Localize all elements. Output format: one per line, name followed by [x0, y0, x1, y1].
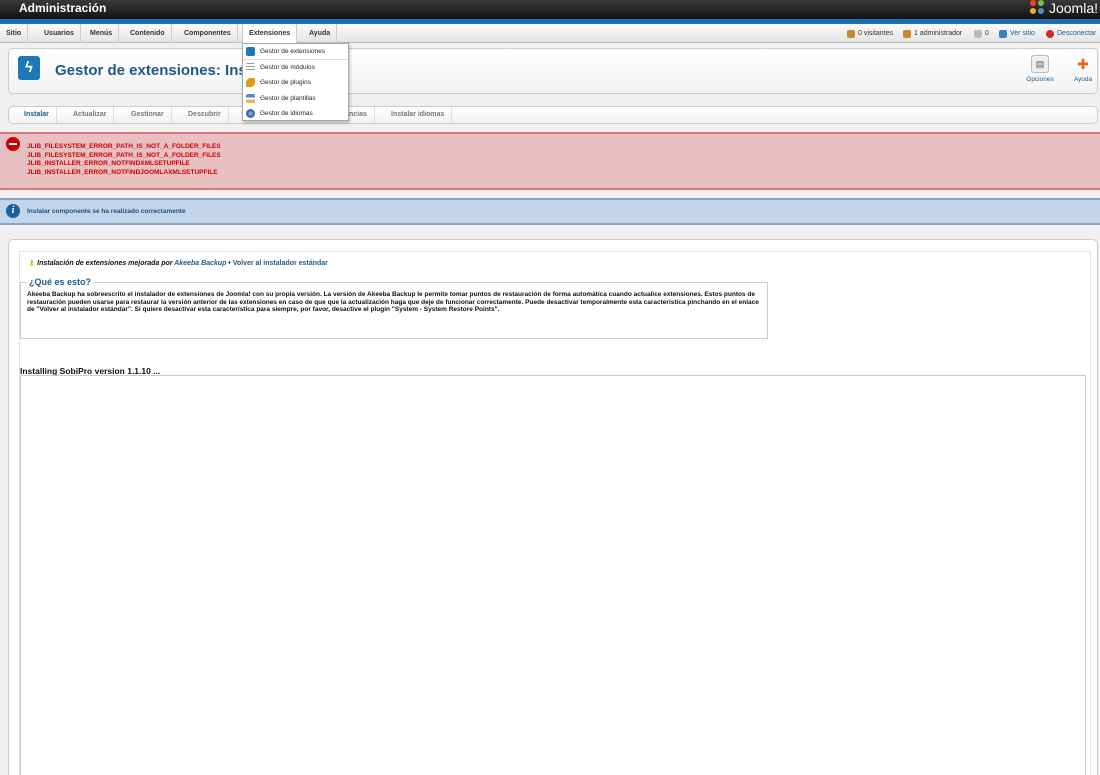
toolbar: ϟ Gestor de extensiones: Instalar ▤ Opci…	[8, 48, 1098, 94]
templates-icon	[246, 93, 255, 103]
info-message-box: i Instalar componente se ha realizado co…	[0, 198, 1100, 225]
messages-count: 0	[985, 30, 989, 37]
info-icon: i	[6, 204, 20, 218]
akeeba-intro: Instalación de extensiones mejorada por	[37, 260, 173, 267]
admins-status: 1 administrador	[903, 24, 962, 43]
akeeba-notice: ⚷ Instalación de extensiones mejorada por…	[29, 259, 328, 267]
modules-icon	[246, 62, 255, 72]
view-site-label: Ver sitio	[1010, 30, 1035, 37]
messages-status[interactable]: 0	[974, 24, 989, 43]
joomla-logo[interactable]: Joomla!	[1029, 0, 1098, 16]
admins-count: 1 administrador	[914, 30, 963, 37]
menu-usuarios[interactable]: Usuarios	[38, 24, 81, 43]
menu-componentes[interactable]: Componentes	[178, 24, 238, 43]
mail-icon	[974, 29, 982, 38]
key-icon: ⚷	[29, 260, 35, 267]
options-icon: ▤	[1031, 55, 1049, 73]
menu-contenido[interactable]: Contenido	[124, 24, 172, 43]
help-label: Ayuda	[1073, 76, 1093, 83]
logout-link[interactable]: Desconectar	[1046, 24, 1096, 43]
error-icon	[6, 137, 20, 151]
error-list: JLIB_FILESYSTEM_ERROR_PATH_IS_NOT_A_FOLD…	[27, 143, 221, 177]
what-is-this-legend: ¿Qué es esto?	[29, 277, 92, 287]
main-content-panel: ⚷ Instalación de extensiones mejorada por…	[8, 239, 1098, 775]
menu-extensiones[interactable]: Extensiones	[242, 24, 298, 43]
subnav-tabs: Instalar Actualizar Gestionar Descubrir …	[8, 106, 1098, 124]
error-item: JLIB_INSTALLER_ERROR_NOTFINDXMLSETUPFILE	[27, 160, 190, 167]
options-button[interactable]: ▤ Opciones	[1021, 55, 1059, 83]
view-site-link[interactable]: Ver sitio	[999, 24, 1035, 43]
admin-users-icon	[903, 29, 911, 38]
error-message-box: JLIB_FILESYSTEM_ERROR_PATH_IS_NOT_A_FOLD…	[0, 132, 1100, 190]
menu-ayuda[interactable]: Ayuda	[303, 24, 338, 43]
tab-instalar[interactable]: Instalar	[17, 107, 57, 123]
back-to-standard-installer-link[interactable]: Volver al instalador estándar	[233, 260, 328, 267]
tab-actualizar[interactable]: Actualizar	[66, 107, 115, 123]
languages-icon	[246, 109, 255, 119]
what-is-this-fieldset: ¿Qué es esto? Akeeba Backup ha sobreescr…	[20, 277, 768, 339]
menu-menus[interactable]: Menús	[84, 24, 120, 43]
visitors-status: 0 visitantes	[847, 24, 893, 43]
joomla-logo-text: Joomla!	[1048, 0, 1098, 16]
dropdown-item-label: Gestor de idiomas	[260, 110, 313, 118]
extensions-icon	[246, 46, 255, 56]
monitor-icon	[999, 29, 1007, 38]
dropdown-item-modulos[interactable]: Gestor de módulos	[243, 60, 348, 76]
help-button[interactable]: ✚ Ayuda	[1064, 55, 1100, 84]
dropdown-item-idiomas[interactable]: Gestor de idiomas	[243, 106, 348, 122]
menu-sitio[interactable]: Sitio	[0, 24, 29, 43]
tab-gestionar[interactable]: Gestionar	[124, 107, 172, 123]
dropdown-item-label: Gestor de plugins	[260, 79, 311, 87]
error-item: JLIB_FILESYSTEM_ERROR_PATH_IS_NOT_A_FOLD…	[27, 143, 221, 150]
main-menubar: Sitio Usuarios Menús Contenido Component…	[0, 24, 1100, 43]
tab-instalar-idiomas[interactable]: Instalar idiomas	[384, 107, 453, 123]
plugins-icon	[246, 78, 255, 88]
akeeba-description: Akeeba Backup ha sobreescrito el instala…	[27, 291, 759, 313]
error-item: JLIB_INSTALLER_ERROR_NOTFINDJOOMLAXMLSET…	[27, 168, 218, 176]
dropdown-item-extensiones[interactable]: Gestor de extensiones	[243, 44, 348, 60]
admin-header: Administración Joomla!	[0, 0, 1100, 19]
tab-descubrir[interactable]: Descubrir	[181, 107, 229, 123]
installer-panel: ⚷ Instalación de extensiones mejorada por…	[19, 251, 1091, 775]
dropdown-item-plugins[interactable]: Gestor de plugins	[243, 75, 348, 91]
extensiones-dropdown: Gestor de extensiones Gestor de módulos …	[242, 43, 349, 121]
visitors-count: 0 visitantes	[858, 30, 894, 37]
users-icon	[847, 29, 855, 38]
logout-label: Desconectar	[1057, 30, 1097, 37]
dropdown-item-plantillas[interactable]: Gestor de plantillas	[243, 91, 348, 107]
options-label: Opciones	[1026, 76, 1054, 83]
info-message: Instalar componente se ha realizado corr…	[27, 208, 186, 215]
install-log-area[interactable]	[20, 375, 1086, 775]
dropdown-item-label: Gestor de módulos	[260, 63, 315, 71]
error-item: JLIB_FILESYSTEM_ERROR_PATH_IS_NOT_A_FOLD…	[27, 151, 221, 159]
joomla-logo-icon	[1029, 0, 1046, 16]
admin-title: Administración	[19, 1, 107, 15]
extensions-manager-icon: ϟ	[18, 56, 40, 80]
dropdown-item-label: Gestor de extensiones	[260, 47, 326, 55]
logout-icon	[1046, 29, 1054, 38]
akeeba-backup-link[interactable]: Akeeba Backup	[174, 260, 226, 267]
help-lifebuoy-icon: ✚	[1077, 55, 1089, 72]
dropdown-item-label: Gestor de plantillas	[260, 94, 316, 102]
